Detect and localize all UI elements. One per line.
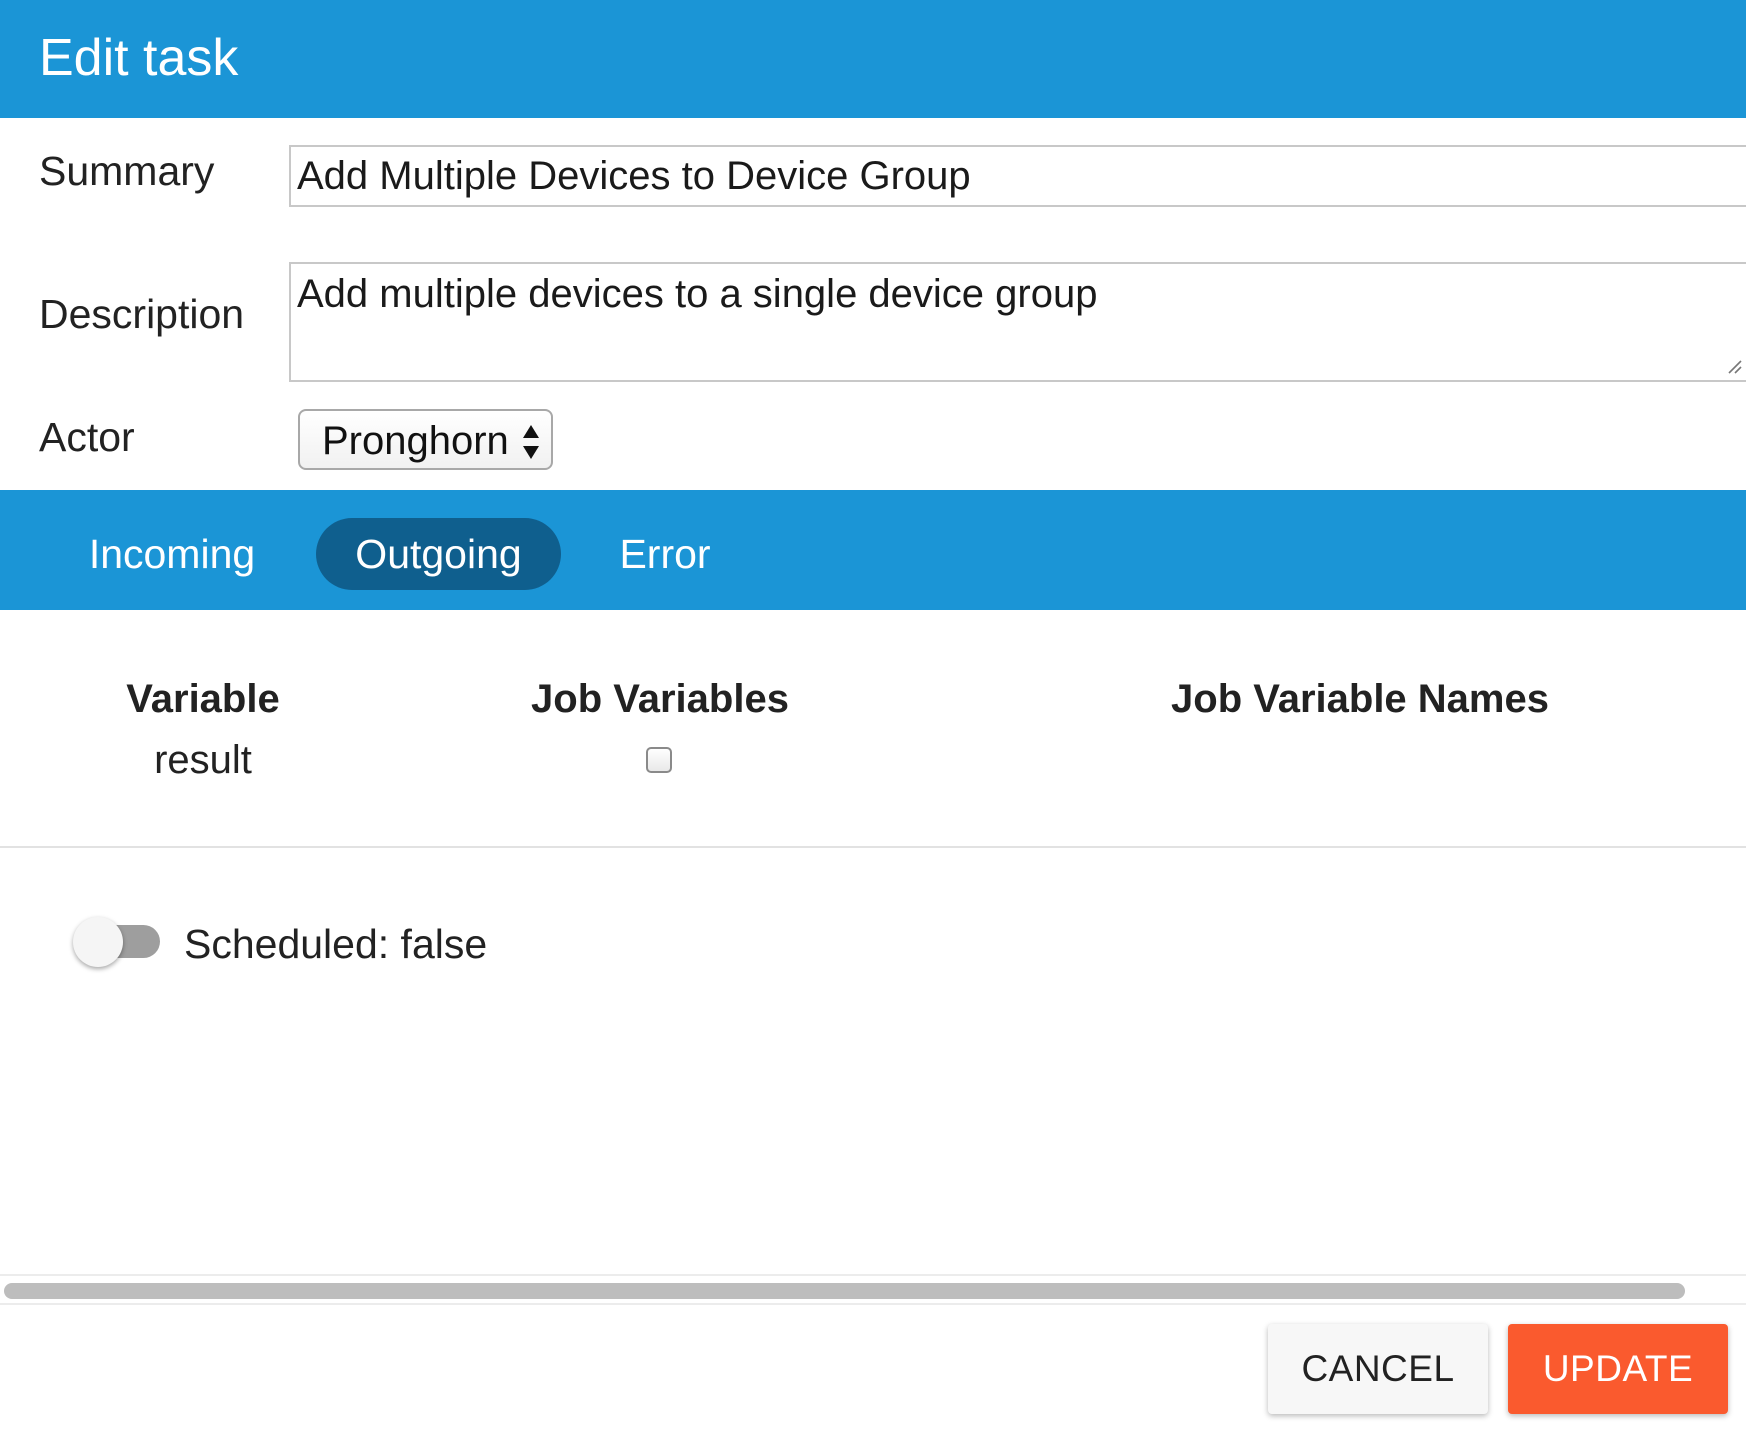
dialog-header: Edit task	[0, 0, 1746, 118]
description-textarea[interactable]: Add multiple devices to a single device …	[289, 262, 1746, 382]
update-button[interactable]: UPDATE	[1508, 1324, 1728, 1414]
tab-bar: Incoming Outgoing Error	[0, 490, 1746, 610]
tab-outgoing[interactable]: Outgoing	[316, 518, 561, 590]
column-header-job-variable-names: Job Variable Names	[1171, 677, 1549, 721]
summary-input[interactable]	[289, 145, 1746, 207]
resize-grip-icon[interactable]	[1726, 358, 1742, 374]
actor-select-value: Pronghorn	[322, 419, 509, 463]
horizontal-scrollbar[interactable]	[4, 1283, 1685, 1299]
scheduled-toggle-knob[interactable]	[73, 917, 123, 967]
scheduled-label: Scheduled: false	[184, 921, 488, 967]
section-divider	[0, 846, 1746, 848]
scroll-track-border	[0, 1274, 1746, 1276]
tab-incoming[interactable]: Incoming	[70, 518, 274, 590]
variable-cell: result	[154, 738, 252, 782]
description-label: Description	[39, 291, 245, 337]
actor-select[interactable]: Pronghorn	[298, 409, 553, 470]
tab-error[interactable]: Error	[600, 518, 730, 590]
job-variable-checkbox[interactable]	[646, 747, 672, 773]
summary-label: Summary	[39, 148, 215, 194]
column-header-variable: Variable	[126, 677, 280, 721]
column-header-job-variables: Job Variables	[531, 677, 789, 721]
dialog-title: Edit task	[39, 29, 239, 87]
scroll-track-border	[0, 1303, 1746, 1305]
select-arrows-icon	[523, 425, 539, 459]
cancel-button[interactable]: CANCEL	[1268, 1324, 1488, 1414]
actor-label: Actor	[39, 414, 135, 460]
